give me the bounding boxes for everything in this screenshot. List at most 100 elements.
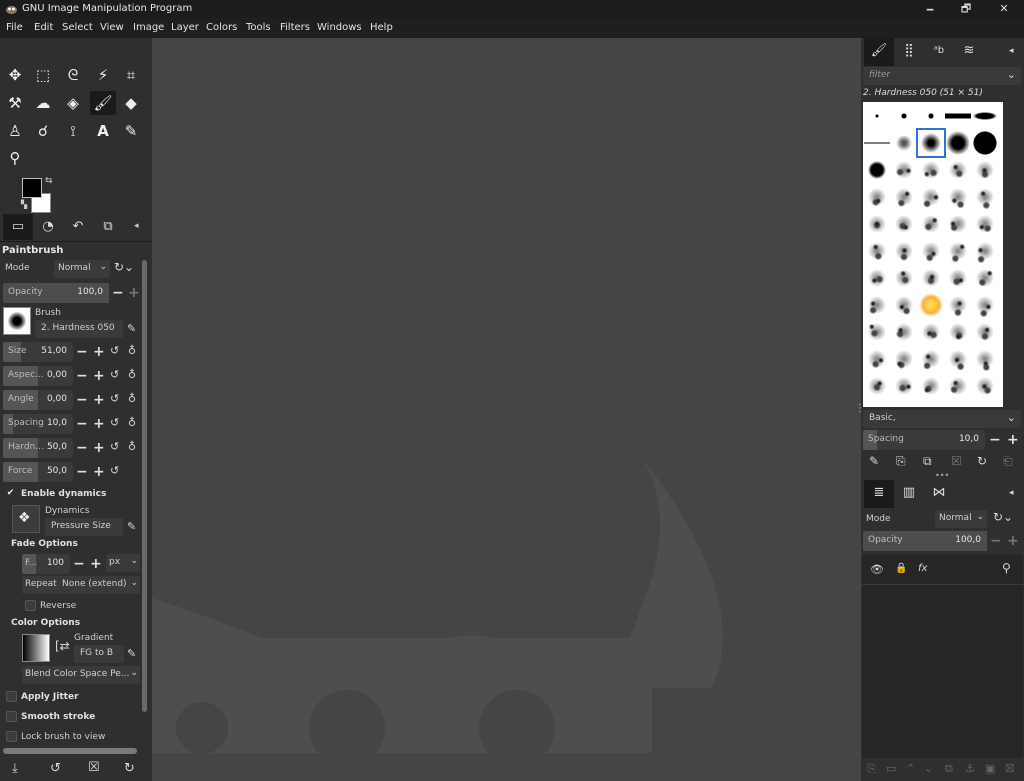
warp-icon[interactable]: ⚒ xyxy=(2,91,28,115)
layers-list[interactable]: 👁 🔒 fx ⚲ xyxy=(862,555,1023,758)
path-icon[interactable]: ⟟ xyxy=(60,119,86,143)
brush-thumbnail[interactable] xyxy=(918,319,944,345)
patterns-tab-icon[interactable]: ⣿ xyxy=(894,38,924,66)
brush-thumbnail[interactable] xyxy=(864,292,890,318)
menu-colors[interactable]: Colors xyxy=(206,22,237,33)
brush-thumbnail[interactable] xyxy=(864,211,890,237)
brush-thumbnail[interactable] xyxy=(918,292,944,318)
paintbrush-icon[interactable]: 🖌 xyxy=(90,91,116,115)
image-canvas[interactable] xyxy=(152,38,858,781)
brush-thumbnail[interactable] xyxy=(864,238,890,264)
force-reset-icon[interactable]: ↺ xyxy=(110,464,119,477)
brush-thumbnail[interactable] xyxy=(945,157,971,183)
brush-thumbnail[interactable] xyxy=(972,319,998,345)
enable-dynamics-checkbox[interactable]: ✔ xyxy=(5,489,16,500)
configure-tab-icon[interactable]: ◂ xyxy=(1009,488,1014,498)
fade-unit-select[interactable]: px ⌄ xyxy=(106,554,140,572)
spacing-slider[interactable]: Spacing 10,0 xyxy=(3,414,73,434)
images-tab-icon[interactable]: ⧉ xyxy=(93,214,123,240)
brush-thumbnail[interactable] xyxy=(972,130,998,156)
dock-separator-handle[interactable]: ••• xyxy=(935,471,949,480)
configure-tab-icon[interactable]: ◂ xyxy=(134,221,139,231)
brush-thumbnail[interactable] xyxy=(891,130,917,156)
brush-thumbnail[interactable] xyxy=(945,184,971,210)
brush-thumbnail[interactable] xyxy=(918,265,944,291)
foreground-color-swatch[interactable] xyxy=(22,178,42,198)
tool-options-tab-icon[interactable]: ▭ xyxy=(3,214,33,240)
swap-colors-icon[interactable]: ⇆ xyxy=(45,176,53,186)
menu-file[interactable]: File xyxy=(6,22,23,33)
brush-thumbnail[interactable] xyxy=(918,157,944,183)
open-brush-icon[interactable]: ⎗ xyxy=(1003,454,1013,469)
spacing-reset-icon[interactable]: ↺ xyxy=(110,416,119,429)
brush-thumbnail[interactable] xyxy=(972,292,998,318)
layers-opacity-minus-button[interactable]: − xyxy=(990,534,1002,548)
refresh-brushes-icon[interactable]: ↻ xyxy=(977,454,987,468)
brush-thumbnail[interactable] xyxy=(864,130,890,156)
device-status-tab-icon[interactable]: ◔ xyxy=(33,214,63,240)
menu-edit[interactable]: Edit xyxy=(34,22,53,33)
lock-brush-checkbox[interactable] xyxy=(6,731,17,742)
layers-mode-reset-icon[interactable]: ↻⌄ xyxy=(993,510,1013,524)
size-reset-icon[interactable]: ↺ xyxy=(110,344,119,357)
undo-history-tab-icon[interactable]: ↶ xyxy=(63,214,93,240)
menu-image[interactable]: Image xyxy=(133,22,164,33)
delete-layer-icon[interactable]: ☒ xyxy=(1005,762,1015,775)
configure-tab-icon[interactable]: ◂ xyxy=(1009,46,1014,56)
close-button[interactable]: ✕ xyxy=(986,0,1022,18)
brush-thumbnail[interactable] xyxy=(891,265,917,291)
hardness-link-icon[interactable]: ♁ xyxy=(128,440,136,453)
dynamics-name-field[interactable]: Pressure Size xyxy=(45,518,123,536)
fade-minus-button[interactable]: − xyxy=(73,557,85,571)
force-plus-button[interactable]: + xyxy=(93,465,105,479)
document-history-tab-icon[interactable]: ≋ xyxy=(954,38,984,66)
brush-thumbnail[interactable] xyxy=(891,238,917,264)
aspect-minus-button[interactable]: − xyxy=(76,369,88,383)
delete-options-icon[interactable]: ☒ xyxy=(88,760,100,775)
brush-thumbnail[interactable] xyxy=(918,346,944,372)
brush-thumbnail[interactable] xyxy=(945,103,971,129)
channels-tab-icon[interactable]: ▥ xyxy=(894,480,924,508)
visibility-eye-icon[interactable]: 👁 xyxy=(870,563,884,576)
menu-windows[interactable]: Windows xyxy=(317,22,362,33)
opacity-plus-button[interactable]: + xyxy=(128,286,140,300)
hardness-minus-button[interactable]: − xyxy=(76,441,88,455)
aspect-reset-icon[interactable]: ↺ xyxy=(110,368,119,381)
brush-thumbnail[interactable] xyxy=(891,211,917,237)
brush-thumbnail[interactable] xyxy=(972,184,998,210)
paths-tab-icon[interactable]: ⋈ xyxy=(924,480,954,508)
brush-thumbnail[interactable] xyxy=(891,346,917,372)
repeat-select[interactable]: Repeat None (extend) ⌄ xyxy=(22,576,140,594)
brush-thumbnail[interactable] xyxy=(972,238,998,264)
brush-preset-select[interactable]: Basic, ⌄ xyxy=(863,410,1021,428)
eraser-icon[interactable]: ◆ xyxy=(118,91,144,115)
brush-thumbnail[interactable] xyxy=(864,103,890,129)
edit-dynamics-icon[interactable]: ✎ xyxy=(127,520,136,533)
reverse-checkbox[interactable] xyxy=(25,600,36,611)
brush-spacing-minus-button[interactable]: − xyxy=(989,433,1001,447)
aspect-link-icon[interactable]: ♁ xyxy=(128,368,136,381)
brush-thumbnail[interactable] xyxy=(945,319,971,345)
opacity-minus-button[interactable]: − xyxy=(112,286,124,300)
reset-mode-icon[interactable]: ↻⌄ xyxy=(114,260,134,274)
options-scrollbar[interactable] xyxy=(142,260,147,712)
angle-minus-button[interactable]: − xyxy=(76,393,88,407)
brush-thumbnail[interactable] xyxy=(972,346,998,372)
aspect-plus-button[interactable]: + xyxy=(93,369,105,383)
search-icon[interactable]: ⚲ xyxy=(1002,561,1011,575)
brush-thumbnail[interactable] xyxy=(972,373,998,399)
dynamics-preview-icon[interactable]: ❖ xyxy=(12,505,40,533)
angle-plus-button[interactable]: + xyxy=(93,393,105,407)
spacing-minus-button[interactable]: − xyxy=(76,417,88,431)
spacing-link-icon[interactable]: ♁ xyxy=(128,416,136,429)
menu-layer[interactable]: Layer xyxy=(171,22,199,33)
edit-gradient-icon[interactable]: ✎ xyxy=(127,647,136,660)
menu-tools[interactable]: Tools xyxy=(246,22,271,33)
size-link-icon[interactable]: ♁ xyxy=(128,344,136,357)
color-picker-icon[interactable]: ✎ xyxy=(118,119,144,143)
edit-brush-icon[interactable]: ✎ xyxy=(869,454,879,468)
brush-thumbnail[interactable] xyxy=(891,184,917,210)
brush-spacing-slider[interactable]: Spacing 10,0 xyxy=(863,430,985,450)
aspect-slider[interactable]: Aspec... 0,00 xyxy=(3,366,73,386)
brush-thumbnail[interactable] xyxy=(972,265,998,291)
